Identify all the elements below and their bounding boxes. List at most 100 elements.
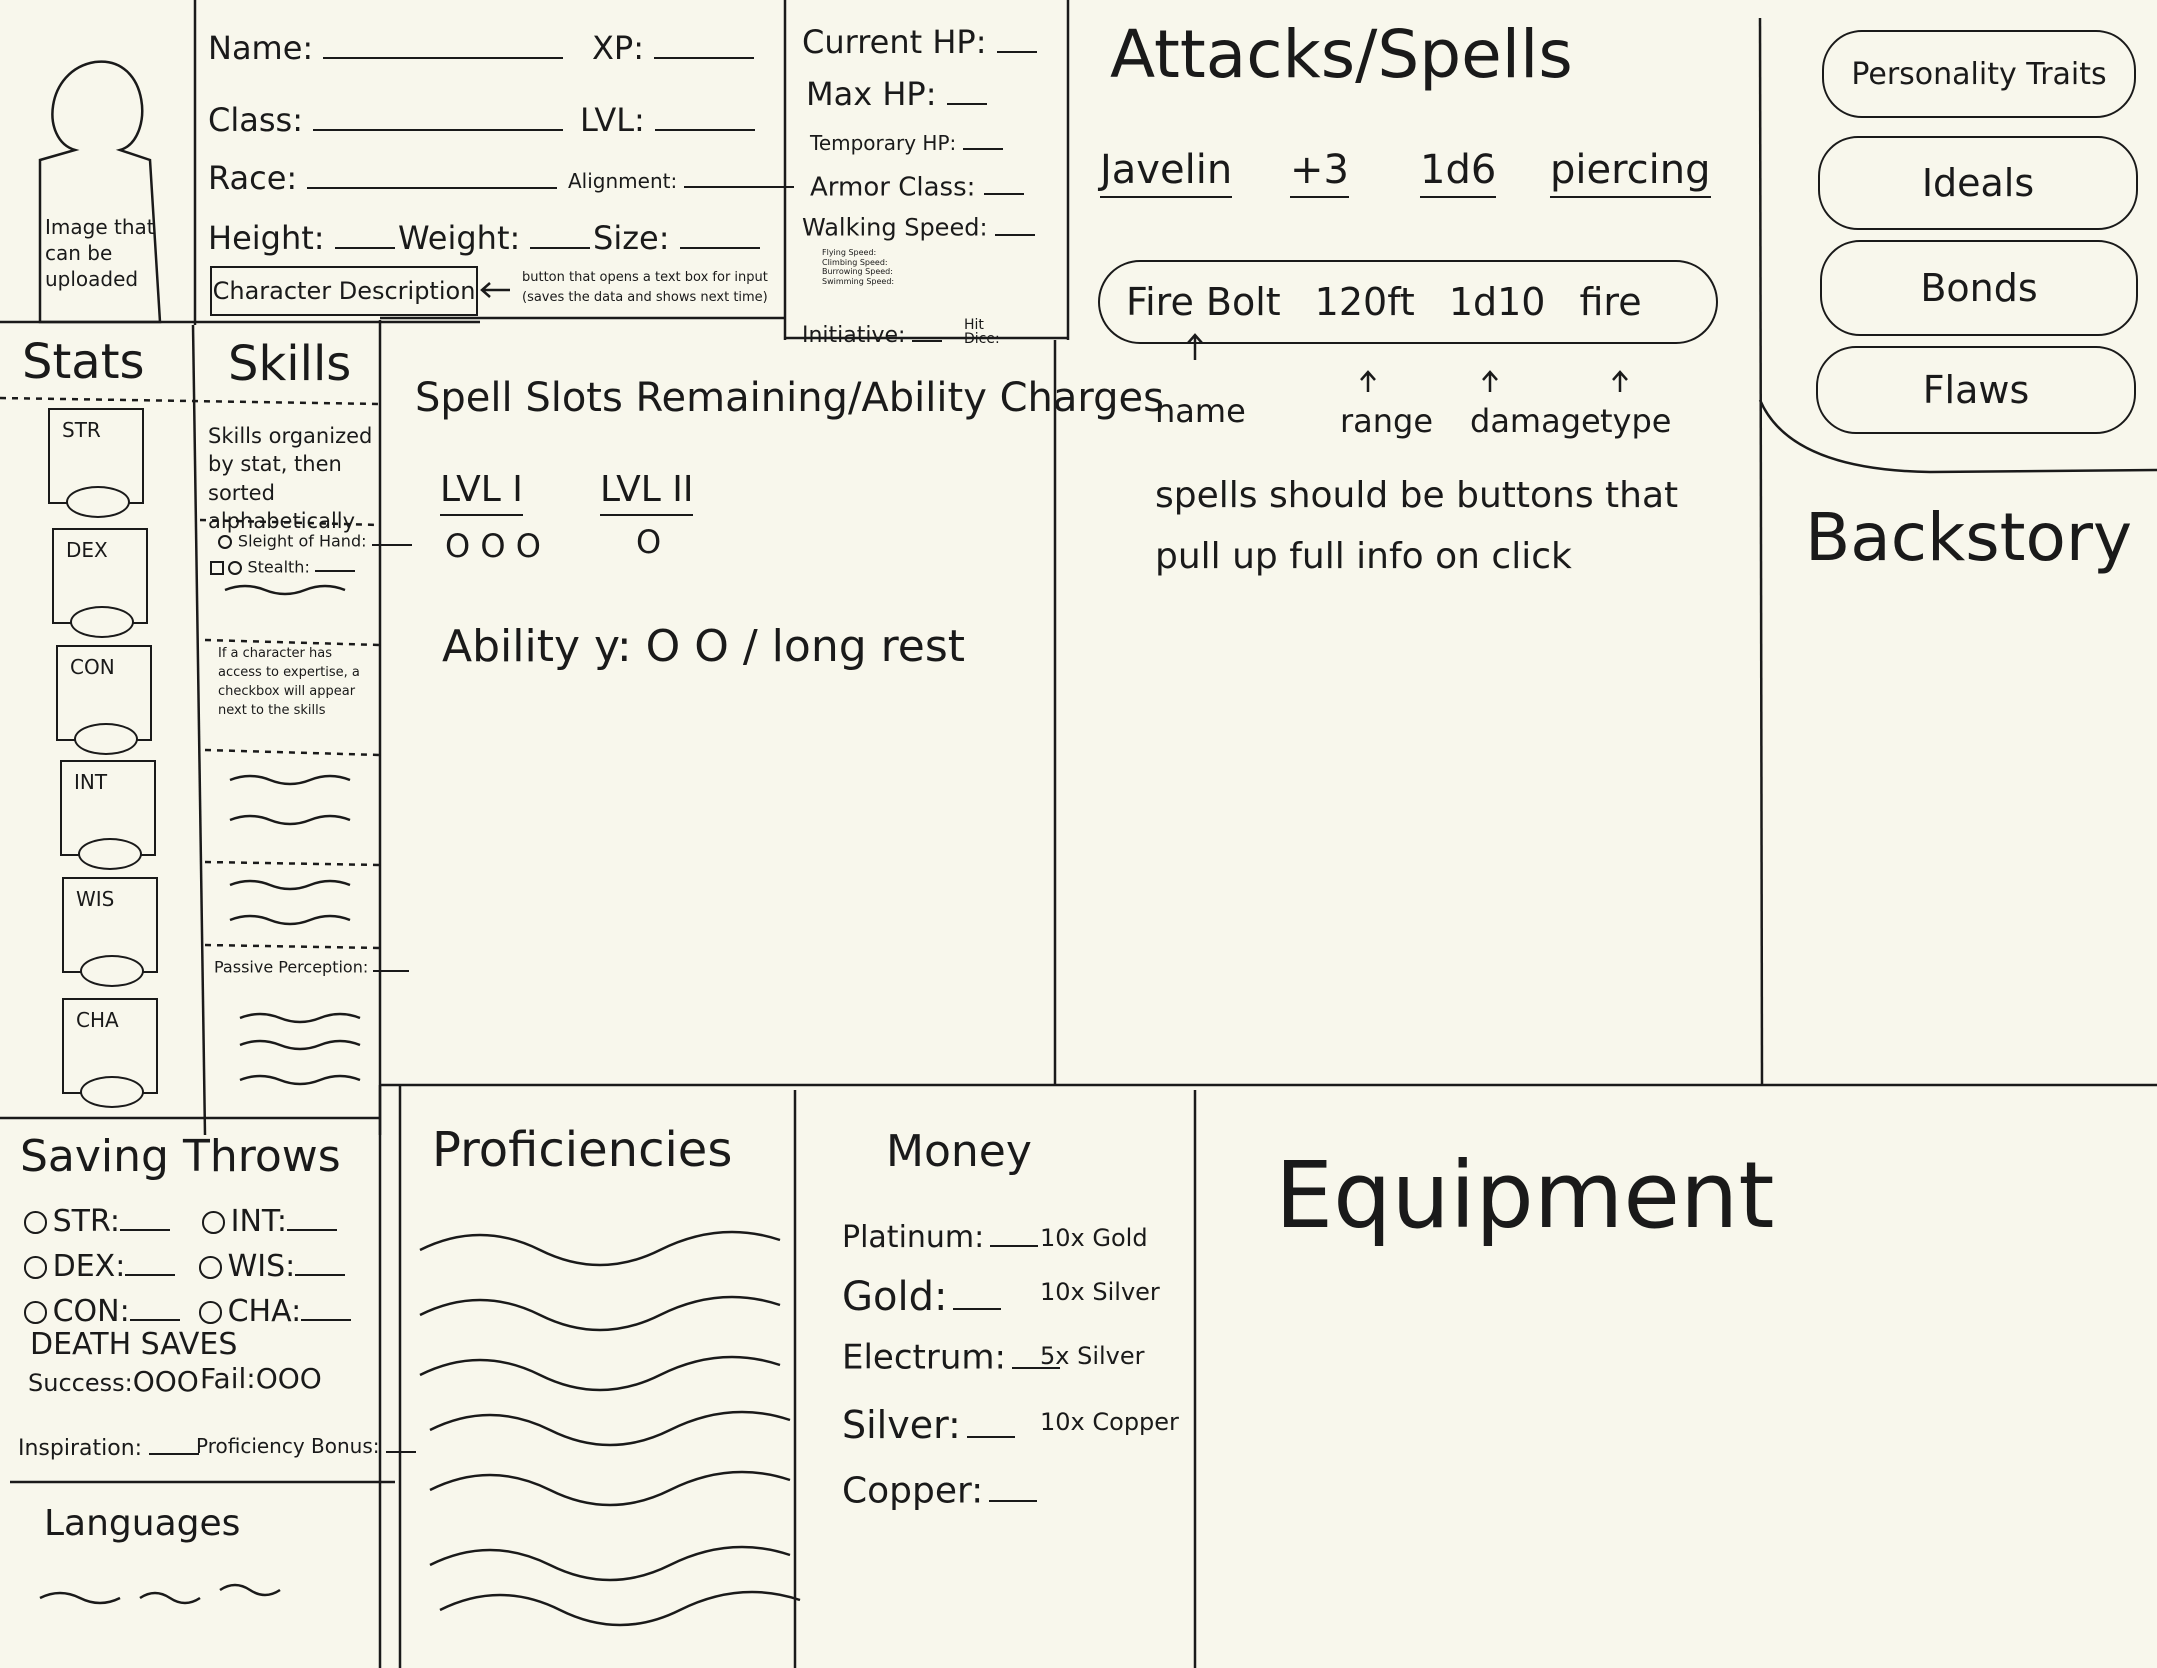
climbing-speed: Climbing Speed: [822, 257, 888, 267]
skills-heading: Skills [228, 336, 352, 392]
walking-speed-label: Walking Speed: [802, 213, 988, 242]
max-hp-field[interactable]: Max HP: [806, 74, 987, 110]
ideals-button[interactable]: Ideals [1818, 136, 2138, 230]
swimming-speed: Swimming Speed: [822, 276, 895, 286]
death-saves-success[interactable]: Success:OOO [28, 1368, 199, 1396]
stat-box-con[interactable]: CON [56, 645, 152, 755]
max-hp-label: Max HP: [806, 74, 937, 113]
class-field[interactable]: Class: [208, 100, 564, 139]
name-label: Name: [208, 28, 314, 67]
proficiencies-heading: Proficiencies [432, 1122, 733, 1178]
size-field[interactable]: Size: [593, 218, 760, 254]
personality-traits-button[interactable]: Personality Traits [1822, 30, 2136, 118]
save-label: STR: [52, 1204, 120, 1239]
initiative-field[interactable]: Initiative: [802, 320, 943, 347]
currency-label: Silver: [842, 1403, 961, 1448]
portrait-upload[interactable]: Image that can be uploaded [45, 214, 155, 292]
save-str[interactable]: STR: [24, 1202, 170, 1237]
character-description-button[interactable]: Character Description [210, 266, 478, 316]
death-saves-fail[interactable]: Fail:OOO [200, 1365, 322, 1393]
stat-box-int[interactable]: INT [60, 760, 156, 870]
skill-sleight-of-hand[interactable]: Sleight of Hand: [218, 530, 412, 549]
armor-class-label: Armor Class: [810, 172, 976, 203]
death-saves-heading: DEATH SAVES [30, 1327, 238, 1362]
save-label: DEX: [52, 1249, 126, 1284]
temp-hp-label: Temporary HP: [810, 131, 957, 155]
annotation-name: name [1155, 392, 1246, 430]
save-con[interactable]: CON: [24, 1292, 180, 1327]
skill-stealth[interactable]: Stealth: [210, 556, 355, 575]
ability-charges[interactable]: Ability y: O O / long rest [442, 625, 965, 669]
annotation-type: type [1600, 402, 1672, 440]
lvl1-label: LVL I [440, 472, 523, 516]
walking-speed-field[interactable]: Walking Speed: [802, 212, 1036, 242]
race-field[interactable]: Race: [208, 158, 558, 194]
annotation-damage: damage [1470, 402, 1601, 440]
stat-box-str[interactable]: STR [48, 408, 144, 518]
money-row[interactable]: Silver: [842, 1402, 1015, 1444]
weight-field[interactable]: Weight: [398, 218, 591, 257]
stat-modifier-oval[interactable] [80, 955, 144, 987]
stat-modifier-oval[interactable] [78, 838, 142, 870]
save-label: CON: [52, 1294, 130, 1329]
lvl-label: LVL: [580, 100, 645, 139]
fail-label: Fail: [200, 1362, 256, 1395]
name-field[interactable]: Name: [208, 28, 564, 67]
expertise-note: If a character has access to expertise, … [218, 646, 360, 718]
alignment-field[interactable]: Alignment: [568, 168, 794, 191]
stat-box-cha[interactable]: CHA [62, 998, 158, 1108]
hit-dice-field[interactable]: Hit Dice: [964, 318, 1024, 346]
stat-modifier-oval[interactable] [80, 1076, 144, 1108]
attack-name: Javelin [1100, 150, 1233, 198]
currency-conversion-note: 10x Gold [1040, 1224, 1148, 1252]
weight-label: Weight: [398, 218, 521, 257]
lvl-field[interactable]: LVL: [580, 100, 755, 136]
stat-label: DEX [66, 538, 108, 562]
class-label: Class: [208, 100, 303, 139]
spell-button-fire-bolt[interactable]: Fire Bolt 120ft 1d10 fire [1098, 260, 1718, 344]
success-label: Success: [28, 1369, 133, 1397]
stat-box-dex[interactable]: DEX [52, 528, 148, 638]
xp-label: XP: [592, 28, 644, 67]
passive-perception-label: Passive Perception: [214, 957, 369, 977]
xp-field[interactable]: XP: [592, 28, 755, 67]
stat-modifier-oval[interactable] [70, 606, 134, 638]
money-row[interactable]: Gold: [842, 1272, 1002, 1317]
stat-label: CHA [76, 1008, 119, 1032]
save-int[interactable]: INT: [202, 1202, 338, 1237]
stat-label: WIS [76, 887, 115, 911]
equipment-heading: Equipment [1275, 1142, 1775, 1249]
lvl2-slot-pips[interactable]: O [636, 526, 661, 558]
temp-hp-field[interactable]: Temporary HP: [810, 130, 1003, 153]
armor-class-field[interactable]: Armor Class: [810, 170, 1024, 200]
spell-damage: 1d10 [1448, 280, 1546, 324]
height-label: Height: [208, 218, 325, 257]
money-row[interactable]: Platinum: [842, 1218, 1039, 1253]
stat-modifier-oval[interactable] [74, 723, 138, 755]
current-hp-field[interactable]: Current HP: [802, 22, 1037, 58]
height-field[interactable]: Height: [208, 218, 395, 254]
size-label: Size: [593, 218, 670, 257]
proficiency-bonus-field[interactable]: Proficiency Bonus: [196, 1433, 416, 1456]
stat-modifier-oval[interactable] [66, 486, 130, 518]
stats-heading: Stats [22, 334, 145, 390]
stat-box-wis[interactable]: WIS [62, 877, 158, 987]
money-row[interactable]: Electrum: [842, 1336, 1060, 1375]
inspiration-label: Inspiration: [18, 1435, 143, 1461]
success-pips: OOO [132, 1365, 199, 1398]
spell-name: Fire Bolt [1126, 280, 1281, 324]
bonds-button[interactable]: Bonds [1820, 240, 2138, 336]
backstory-heading[interactable]: Backstory [1805, 505, 2132, 571]
lvl1-slot-pips[interactable]: O O O [445, 530, 541, 562]
attack-damage: 1d6 [1420, 150, 1497, 198]
save-wis[interactable]: WIS: [199, 1247, 346, 1282]
money-row[interactable]: Copper: [842, 1468, 1038, 1509]
save-cha[interactable]: CHA: [199, 1292, 352, 1329]
save-label: CHA: [227, 1294, 302, 1329]
stat-label: INT [74, 770, 108, 794]
inspiration-field[interactable]: Inspiration: [18, 1433, 200, 1461]
passive-perception-field[interactable]: Passive Perception: [214, 956, 410, 977]
save-dex[interactable]: DEX: [24, 1247, 176, 1284]
currency-conversion-note: 10x Copper [1040, 1408, 1179, 1436]
flaws-button[interactable]: Flaws [1816, 346, 2136, 434]
